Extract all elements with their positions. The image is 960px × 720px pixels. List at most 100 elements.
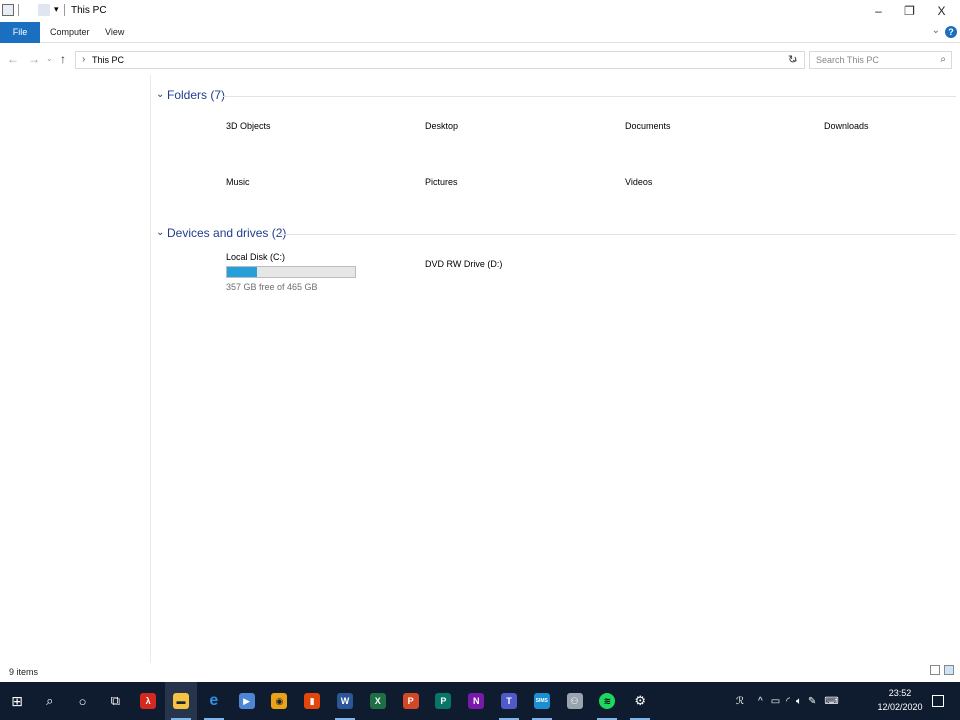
search-icon[interactable]: ⌕ — [940, 54, 946, 65]
up-arrow-icon[interactable]: ↑ — [60, 52, 66, 66]
drive-c-free-space: 357 GB free of 465 GB — [226, 282, 318, 292]
powerpoint-icon: P — [402, 693, 419, 709]
forward-arrow-icon[interactable]: → — [28, 52, 40, 66]
address-bar[interactable]: › This PC ⌄ — [75, 51, 805, 69]
details-view-icon[interactable] — [930, 665, 940, 675]
search-placeholder: Search This PC — [816, 55, 879, 65]
search-icon: ⌕ — [46, 693, 54, 708]
qa-separator — [18, 4, 19, 16]
taskbar-acrobat-button[interactable]: λ — [132, 682, 164, 720]
taskbar-chrome-button[interactable]: ◉ — [263, 682, 295, 720]
file-explorer-icon: ▬ — [173, 693, 189, 709]
breadcrumb-chevron-icon[interactable]: › — [82, 54, 85, 65]
taskbar-cortana-button[interactable]: ○ — [67, 682, 99, 720]
properties-icon[interactable] — [2, 4, 14, 16]
teams-icon: T — [501, 693, 517, 709]
show-hidden-icons-icon[interactable]: ^ — [758, 696, 763, 707]
onenote-icon: N — [468, 693, 485, 709]
cortana-icon: ○ — [78, 693, 87, 709]
drive-local-disk-c[interactable]: Local Disk (C:) — [226, 252, 285, 262]
taskbar-word-button[interactable]: W — [329, 682, 361, 720]
collapse-chevron-icon[interactable]: ⌄ — [156, 227, 164, 238]
clock-date: 12/02/2020 — [877, 702, 923, 712]
taskbar-search-button[interactable]: ⌕ — [34, 682, 66, 720]
excel-icon: X — [369, 693, 386, 709]
tab-file[interactable]: File — [0, 22, 40, 43]
taskbar-excel-button[interactable]: X — [362, 682, 394, 720]
pen-icon[interactable]: ✎ — [808, 696, 816, 707]
close-button[interactable]: X — [925, 0, 958, 22]
people-app-icon: ⚇ — [566, 693, 583, 709]
wifi-icon[interactable]: ◜ — [786, 696, 790, 707]
taskbar-start-button[interactable]: ⊞ — [1, 682, 33, 720]
taskbar-publisher-button[interactable]: P — [427, 682, 459, 720]
minimize-button[interactable]: – — [862, 0, 895, 22]
folder-downloads[interactable]: Downloads — [824, 121, 869, 131]
taskbar-sims-button[interactable]: SIMS — [526, 682, 558, 720]
taskbar-spotify-button[interactable]: ≋ — [591, 682, 623, 720]
office-icon: ▮ — [304, 693, 321, 709]
keyboard-icon[interactable]: ⌨ — [824, 696, 838, 707]
taskbar-file-explorer-button[interactable]: ▬ — [165, 682, 197, 720]
navigation-pane-divider[interactable] — [150, 75, 151, 663]
ribbon-tabs: File Computer View ⌄ ? — [0, 22, 960, 43]
new-folder-icon[interactable] — [38, 4, 50, 16]
back-arrow-icon[interactable]: ← — [7, 52, 19, 66]
drive-c-usage-fill — [227, 267, 257, 277]
taskbar-people-app-button[interactable]: ⚇ — [559, 682, 591, 720]
folder-documents[interactable]: Documents — [625, 121, 671, 131]
folder-desktop[interactable]: Desktop — [425, 121, 458, 131]
spotify-icon: ≋ — [599, 693, 616, 709]
group-folders-header[interactable]: ⌄ Folders (7) — [156, 88, 956, 104]
start-icon: ⊞ — [11, 692, 23, 709]
chrome-icon: ◉ — [271, 693, 288, 709]
group-folders-title: Folders (7) — [167, 88, 226, 102]
folder-pictures[interactable]: Pictures — [425, 177, 458, 187]
battery-icon[interactable]: ▭ — [771, 696, 780, 707]
customize-qa-chevron-icon[interactable]: ▾ — [54, 4, 59, 15]
people-icon[interactable]: ℛ — [736, 696, 744, 707]
tab-view[interactable]: View — [105, 22, 124, 43]
recent-locations-chevron-icon[interactable]: ⌄ — [46, 54, 53, 63]
title-bar: ▾ This PC – ❐ X — [0, 0, 960, 22]
publisher-icon: P — [435, 693, 452, 709]
system-tray: ℛ ^ ▭ ◜ 🔈︎ ✎ ⌨ — [736, 682, 839, 720]
taskbar-powerpoint-button[interactable]: P — [395, 682, 427, 720]
taskbar-edge-button[interactable]: e — [198, 682, 230, 720]
taskbar-teams-button[interactable]: T — [493, 682, 525, 720]
drive-dvd-rw-d[interactable]: DVD RW Drive (D:) — [425, 259, 502, 269]
drive-c-usage-bar — [226, 266, 356, 278]
word-icon: W — [337, 693, 353, 709]
sims-icon: SIMS — [533, 693, 550, 709]
taskbar-clock[interactable]: 23:52 12/02/2020 — [872, 686, 928, 714]
search-input[interactable]: Search This PC ⌕ — [809, 51, 952, 69]
folder-music[interactable]: Music — [226, 177, 250, 187]
media-app-icon: ▶ — [238, 693, 255, 709]
edge-icon: e — [209, 692, 219, 709]
taskbar-media-app-button[interactable]: ▶ — [231, 682, 263, 720]
taskbar-office-button[interactable]: ▮ — [296, 682, 328, 720]
large-icons-view-icon[interactable] — [944, 665, 954, 675]
refresh-icon[interactable]: ↻ — [788, 53, 797, 66]
collapse-chevron-icon[interactable]: ⌄ — [156, 89, 164, 100]
volume-icon[interactable]: 🔈︎ — [796, 696, 802, 707]
settings-icon: ⚙ — [634, 693, 647, 708]
taskbar-onenote-button[interactable]: N — [460, 682, 492, 720]
folder-videos[interactable]: Videos — [625, 177, 652, 187]
help-icon[interactable]: ? — [945, 26, 957, 38]
task-view-icon: ⧉ — [110, 693, 121, 708]
breadcrumb-this-pc[interactable]: This PC — [92, 55, 124, 65]
tab-computer[interactable]: Computer — [50, 22, 90, 43]
group-drives-title: Devices and drives (2) — [167, 226, 287, 240]
action-center-icon[interactable] — [926, 682, 950, 720]
acrobat-icon: λ — [140, 693, 157, 709]
title-separator — [64, 4, 65, 16]
taskbar-settings-button[interactable]: ⚙ — [624, 682, 656, 720]
window-title: This PC — [71, 5, 107, 16]
taskbar-task-view-button[interactable]: ⧉ — [99, 682, 131, 720]
expand-ribbon-chevron-icon[interactable]: ⌄ — [932, 25, 940, 36]
group-drives-header[interactable]: ⌄ Devices and drives (2) — [156, 226, 956, 242]
restore-button[interactable]: ❐ — [893, 0, 926, 22]
address-row: ← → ⌄ ↑ › This PC ⌄ ↻ Search This PC ⌕ — [0, 49, 960, 73]
folder-3d-objects[interactable]: 3D Objects — [226, 121, 271, 131]
